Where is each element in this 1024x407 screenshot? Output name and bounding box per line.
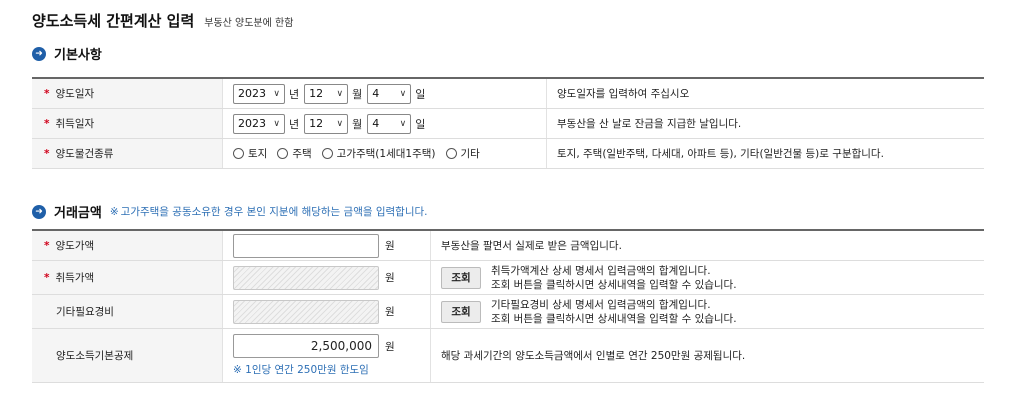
transfer-date-label: * 양도일자 — [32, 79, 222, 108]
radio-luxury-house[interactable]: 고가주택(1세대1주택) — [321, 146, 436, 161]
page-header: 양도소득세 간편계산 입력 부동산 양도분에 한함 — [32, 10, 293, 31]
other-expense-label: 기타필요경비 — [32, 295, 222, 328]
basic-section-header: ➜ 기본사항 — [32, 44, 102, 63]
other-expense-input-cell: 원 — [222, 295, 430, 328]
transfer-date-inputs: 2023 ∨ 년 12 ∨ 월 4 ∨ 일 — [222, 79, 546, 108]
basic-section-title: 기본사항 — [54, 48, 102, 63]
acquire-day-select[interactable]: 4 ∨ — [367, 113, 412, 134]
chevron-down-icon: ∨ — [336, 88, 344, 99]
radio-land[interactable]: 토지 — [233, 146, 267, 161]
required-mark: * — [44, 147, 50, 160]
other-expense-row: 기타필요경비 원 조회 기타필요경비 상세 명세서 입력금액의 합계입니다. 조… — [32, 295, 984, 329]
chevron-down-icon: ∨ — [399, 118, 407, 129]
acquire-date-inputs: 2023 ∨ 년 12 ∨ 월 4 ∨ 일 — [222, 109, 546, 138]
chevron-down-icon: ∨ — [336, 118, 344, 129]
page-subtitle: 부동산 양도분에 한함 — [204, 18, 294, 29]
arrow-circle-icon: ➜ — [32, 204, 46, 219]
other-expense-input — [233, 299, 379, 324]
acquire-price-input-cell: 원 — [222, 261, 430, 294]
acquire-date-desc: 부동산을 산 날로 잔금을 지급한 날입니다. — [546, 109, 984, 138]
amount-section-title: 거래금액 — [54, 206, 102, 221]
transfer-price-label: * 양도가액 — [32, 231, 222, 260]
chevron-down-icon: ∨ — [399, 88, 407, 99]
transfer-price-row: * 양도가액 원 부동산을 팔면서 실제로 받은 금액입니다. — [32, 231, 984, 261]
acquire-price-input — [233, 265, 379, 290]
acquire-month-select[interactable]: 12 ∨ — [304, 113, 349, 134]
chevron-down-icon: ∨ — [273, 88, 280, 99]
amount-section-note: ※ 고가주택을 공동소유한 경우 본인 지분에 해당하는 금액을 입력합니다. — [109, 206, 428, 218]
basic-deduction-input[interactable]: 2,500,000 — [233, 334, 379, 358]
acquire-price-lookup-button[interactable]: 조회 — [441, 266, 481, 289]
basic-deduction-row: 양도소득기본공제 2,500,000 원 ※ 1인당 연간 250만원 한도임 … — [32, 329, 984, 383]
amount-section-header: ➜ 거래금액 ※ 고가주택을 공동소유한 경우 본인 지분에 해당하는 금액을 입… — [32, 202, 428, 221]
transfer-price-input-cell: 원 — [222, 231, 430, 260]
transfer-date-row: * 양도일자 2023 ∨ 년 12 ∨ 월 4 ∨ 일 양도일자를 입력하여 주십시… — [32, 79, 984, 109]
acquire-date-label: * 취득일자 — [32, 109, 222, 138]
other-expense-lookup-button[interactable]: 조회 — [441, 300, 481, 323]
basic-deduction-desc: 해당 과세기간의 양도소득금액에서 인별로 연간 250만원 공제됩니다. — [430, 329, 984, 382]
required-mark: * — [44, 87, 50, 100]
property-type-label: * 양도물건종류 — [32, 139, 222, 168]
basic-deduction-label: 양도소득기본공제 — [32, 329, 222, 382]
required-mark: * — [44, 239, 50, 252]
acquire-date-row: * 취득일자 2023 ∨ 년 12 ∨ 월 4 ∨ 일 부동산을 산 날로 잔금을 … — [32, 109, 984, 139]
transfer-year-select[interactable]: 2023 ∨ — [233, 83, 285, 104]
basic-deduction-input-cell: 2,500,000 원 ※ 1인당 연간 250만원 한도임 — [222, 329, 430, 382]
property-type-radios: 토지 주택 고가주택(1세대1주택) 기타 — [222, 139, 546, 168]
radio-circle[interactable] — [233, 148, 244, 159]
other-expense-desc-cell: 조회 기타필요경비 상세 명세서 입력금액의 합계입니다. 조회 버튼을 클릭하… — [430, 295, 984, 328]
transfer-month-select[interactable]: 12 ∨ — [304, 83, 349, 104]
page-title: 양도소득세 간편계산 입력 — [32, 12, 195, 30]
radio-other[interactable]: 기타 — [445, 146, 480, 161]
arrow-circle-icon: ➜ — [32, 46, 46, 61]
acquire-year-select[interactable]: 2023 ∨ — [233, 113, 285, 134]
basic-table: * 양도일자 2023 ∨ 년 12 ∨ 월 4 ∨ 일 양도일자를 입력하여 주십시… — [32, 77, 984, 169]
transfer-day-select[interactable]: 4 ∨ — [367, 83, 412, 104]
acquire-price-row: * 취득가액 원 조회 취득가액계산 상세 명세서 입력금액의 합계입니다. 조… — [32, 261, 984, 295]
radio-circle[interactable] — [445, 148, 457, 159]
radio-circle[interactable] — [277, 148, 289, 159]
acquire-price-desc-cell: 조회 취득가액계산 상세 명세서 입력금액의 합계입니다. 조회 버튼을 클릭하… — [430, 261, 984, 294]
transfer-date-desc: 양도일자를 입력하여 주십시오 — [546, 79, 984, 108]
required-mark: * — [44, 117, 50, 130]
amount-table: * 양도가액 원 부동산을 팔면서 실제로 받은 금액입니다. * 취득가액 원… — [32, 229, 984, 383]
radio-house[interactable]: 주택 — [277, 146, 312, 161]
radio-circle[interactable] — [321, 148, 333, 159]
required-mark: * — [44, 271, 50, 284]
property-type-row: * 양도물건종류 토지 주택 고가주택(1세대1주택) 기타 토지, 주택(일반… — [32, 139, 984, 169]
transfer-price-desc: 부동산을 팔면서 실제로 받은 금액입니다. — [430, 231, 984, 260]
acquire-price-label: * 취득가액 — [32, 261, 222, 294]
transfer-price-input[interactable] — [233, 233, 379, 258]
property-type-desc: 토지, 주택(일반주택, 다세대, 아파트 등), 기타(일반건물 등)로 구분… — [546, 139, 984, 168]
deduction-limit-note: ※ 1인당 연간 250만원 한도임 — [233, 364, 369, 376]
chevron-down-icon: ∨ — [273, 118, 280, 129]
